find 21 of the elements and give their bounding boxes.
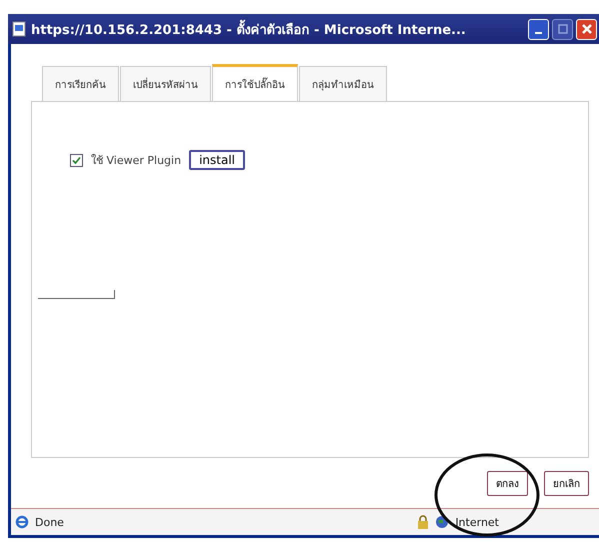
window-title: https://10.156.2.201:8443 - ตั้งค่าตัวเลือก - Microsoft Interne... xyxy=(31,18,523,40)
tab[interactable]: กลุ่มทำเหมือน xyxy=(299,66,387,101)
zone-text: Internet xyxy=(455,516,499,528)
minimize-button[interactable] xyxy=(528,18,549,40)
page-icon xyxy=(12,21,26,37)
tab[interactable]: การเรียกค้น xyxy=(42,66,119,101)
status-text: Done xyxy=(35,516,64,528)
tab[interactable]: เปลี่ยนรหัสผ่าน xyxy=(120,66,211,101)
close-icon xyxy=(580,23,592,35)
lock-icon xyxy=(417,515,430,529)
install-button[interactable]: install xyxy=(189,150,245,170)
dialog-button[interactable]: ยกเลิก xyxy=(544,471,589,496)
checkbox[interactable] xyxy=(70,154,83,166)
close-button[interactable] xyxy=(576,18,597,40)
maximize-button[interactable] xyxy=(552,18,573,40)
checkbox-label: ใช้ Viewer Plugin xyxy=(91,153,182,169)
maximize-icon xyxy=(558,24,568,34)
minimize-icon xyxy=(535,32,542,34)
tab[interactable]: การใช้ปลั๊กอิน xyxy=(212,64,298,101)
globe-icon xyxy=(435,515,450,529)
dialog-button[interactable]: ตกลง xyxy=(487,471,528,496)
